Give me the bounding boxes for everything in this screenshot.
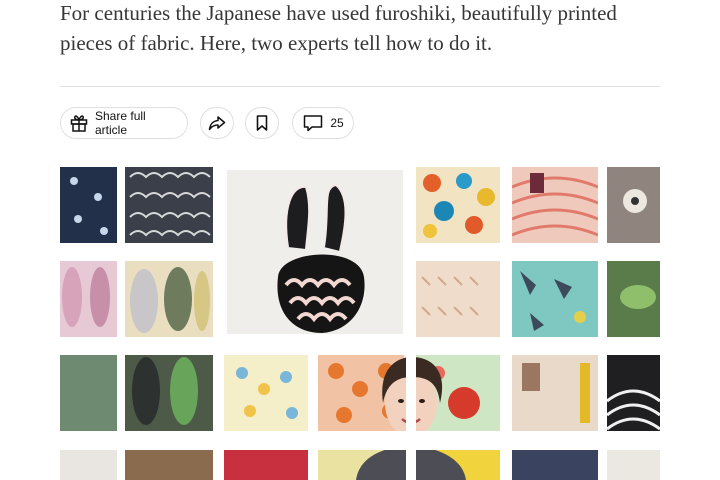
share-button-label: Share full article: [95, 109, 146, 137]
forward-button[interactable]: [200, 107, 234, 139]
share-full-article-button[interactable]: Share full article: [60, 107, 188, 139]
divider: [60, 86, 660, 87]
comment-bubble-icon: [302, 113, 324, 133]
article-summary: For centuries the Japanese have used fur…: [60, 1, 617, 55]
fabric-row-3: [60, 355, 660, 431]
article-photo: [60, 167, 660, 480]
comments-button[interactable]: 25: [292, 107, 354, 139]
gift-icon: [69, 113, 89, 133]
bookmark-button[interactable]: [245, 107, 279, 139]
bookmark-icon: [252, 113, 272, 133]
comments-count: 25: [330, 116, 344, 130]
share-arrow-icon: [207, 113, 227, 133]
